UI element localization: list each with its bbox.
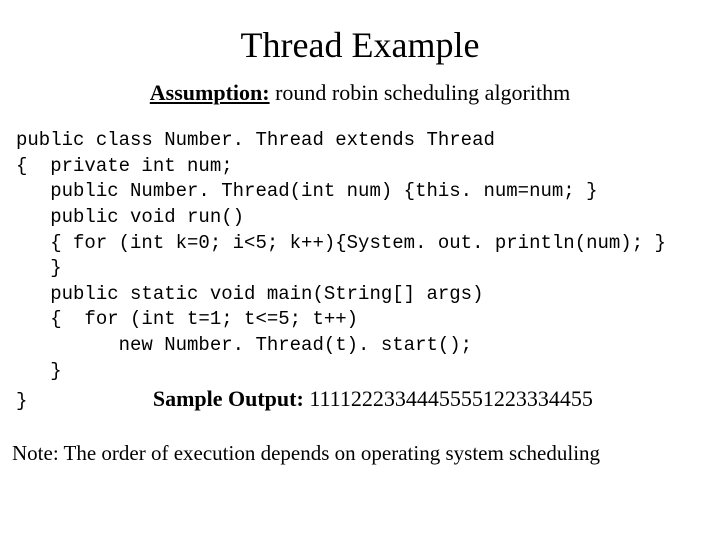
code-line: public class Number. Thread extends Thre… — [16, 129, 495, 151]
assumption-label: Assumption: — [150, 80, 270, 105]
footer-note: Note: The order of execution depends on … — [12, 441, 710, 466]
assumption-text: round robin scheduling algorithm — [270, 80, 571, 105]
sample-output-label: Sample Output: — [153, 386, 309, 411]
code-line: } — [16, 390, 153, 412]
slide-title: Thread Example — [10, 24, 710, 66]
sample-output: Sample Output: 1111222334445555122333445… — [153, 386, 593, 411]
slide-subtitle: Assumption: round robin scheduling algor… — [10, 80, 710, 106]
code-line: } — [16, 257, 62, 279]
code-line: public Number. Thread(int num) {this. nu… — [16, 180, 598, 202]
code-block: public class Number. Thread extends Thre… — [16, 128, 710, 415]
code-line: { for (int k=0; i<5; k++){System. out. p… — [16, 232, 666, 254]
code-line: } — [16, 360, 62, 382]
code-line: new Number. Thread(t). start(); — [16, 334, 472, 356]
slide: Thread Example Assumption: round robin s… — [0, 0, 720, 540]
code-line: { private int num; — [16, 155, 233, 177]
code-line: { for (int t=1; t<=5; t++) — [16, 308, 358, 330]
sample-output-value: 11112223344455551223334455 — [309, 386, 593, 411]
code-line: public void run() — [16, 206, 244, 228]
code-line: public static void main(String[] args) — [16, 283, 483, 305]
